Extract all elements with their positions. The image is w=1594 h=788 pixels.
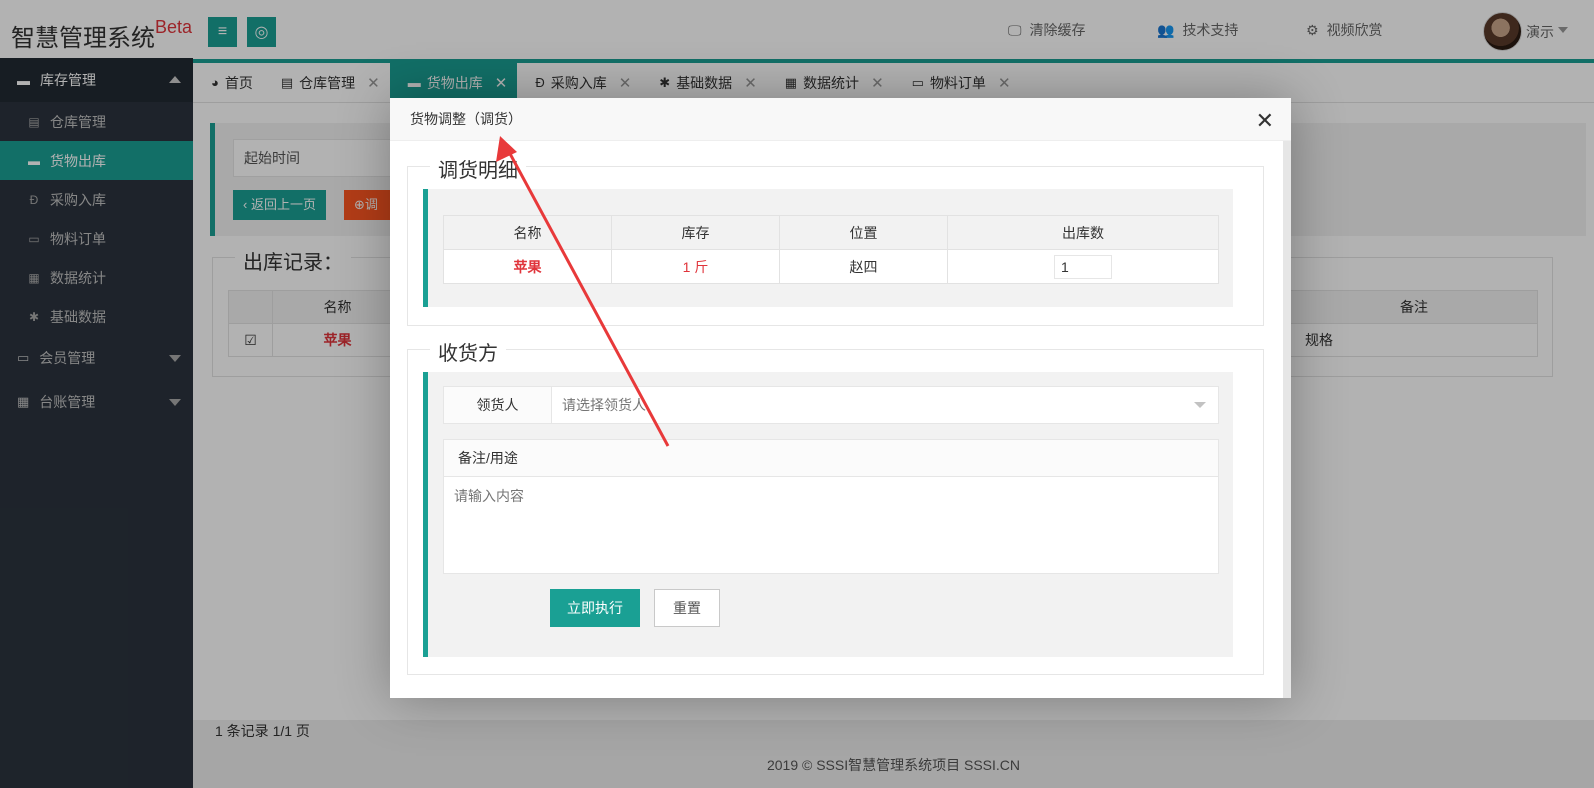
modal-title: 货物调整（调货） (390, 98, 1291, 141)
detail-block: 名称 库存 位置 出库数 苹果 1 斤 赵四 1 (423, 189, 1233, 307)
receiver-block: 领货人 请选择领货人 备注/用途 请输入内容 立即执行 重置 (423, 372, 1233, 657)
submit-button[interactable]: 立即执行 (550, 589, 640, 627)
modal-body: 调货明细 名称 库存 位置 出库数 苹果 1 斤 赵四 1 收货方 领货人 请选… (390, 141, 1283, 698)
remark-box: 备注/用途 请输入内容 (443, 439, 1219, 574)
receiver-select[interactable]: 请选择领货人 (552, 387, 1218, 423)
detail-qty-cell: 1 (947, 249, 1219, 284)
table-row: 苹果 1 斤 赵四 1 (443, 249, 1219, 284)
receiver-label: 领货人 (444, 387, 552, 423)
detail-col-stock: 库存 (611, 215, 780, 250)
detail-col-name: 名称 (443, 215, 612, 250)
remark-label: 备注/用途 (444, 440, 1218, 477)
receiver-row: 领货人 请选择领货人 (443, 386, 1219, 424)
receiver-legend: 收货方 (430, 337, 506, 366)
receiver-fieldset: 收货方 领货人 请选择领货人 备注/用途 请输入内容 立即执行 重置 (407, 337, 1264, 675)
remark-textarea[interactable]: 请输入内容 (444, 477, 1218, 573)
detail-location: 赵四 (779, 249, 948, 284)
detail-fieldset: 调货明细 名称 库存 位置 出库数 苹果 1 斤 赵四 1 (407, 154, 1264, 326)
detail-table: 名称 库存 位置 出库数 苹果 1 斤 赵四 1 (443, 215, 1219, 284)
detail-name: 苹果 (443, 249, 612, 284)
modal-scrollbar[interactable] (1283, 141, 1291, 698)
detail-stock: 1 斤 (611, 249, 780, 284)
chevron-down-icon (1194, 402, 1206, 408)
quantity-input[interactable]: 1 (1054, 254, 1112, 279)
detail-col-qty: 出库数 (947, 215, 1219, 250)
close-icon[interactable]: ✕ (1256, 108, 1274, 134)
detail-legend: 调货明细 (430, 154, 526, 183)
detail-header-row: 名称 库存 位置 出库数 (443, 215, 1219, 250)
detail-col-location: 位置 (779, 215, 948, 250)
reset-button[interactable]: 重置 (654, 589, 720, 627)
adjust-modal: 货物调整（调货） ✕ 调货明细 名称 库存 位置 出库数 苹果 1 斤 赵四 1… (390, 98, 1291, 698)
receiver-placeholder: 请选择领货人 (562, 397, 646, 413)
